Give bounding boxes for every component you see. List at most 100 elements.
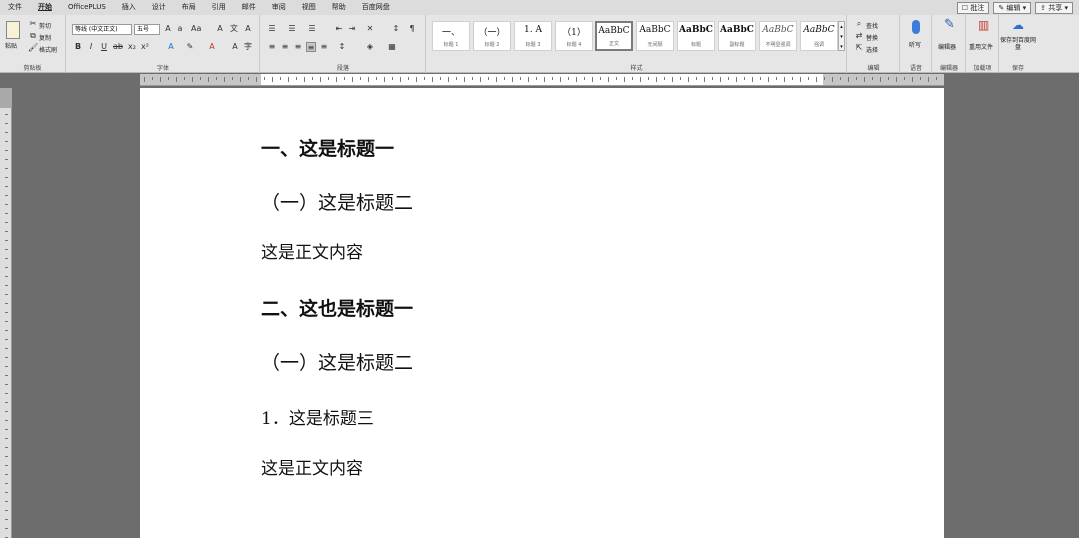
paste-icon[interactable]	[6, 21, 20, 39]
cut-button[interactable]: 剪切	[39, 21, 51, 30]
body-paragraph[interactable]: 这是正文内容	[261, 238, 363, 263]
style-subtitle[interactable]: AaBbC 副标题	[718, 21, 756, 51]
font-size-combo[interactable]: 五号	[134, 24, 160, 35]
align-center-icon[interactable]: ≡	[280, 42, 290, 52]
style-title[interactable]: AaBbC 标题	[677, 21, 715, 51]
grow-font-icon[interactable]: A	[163, 24, 173, 34]
replace-button[interactable]: 替换	[866, 33, 878, 42]
distributed-icon[interactable]: ≡	[319, 42, 329, 52]
text-effects-icon[interactable]: A	[166, 42, 176, 52]
style-heading-3[interactable]: 1. A 标题 3	[514, 21, 552, 51]
tab-home[interactable]: 开始	[30, 0, 60, 15]
sort-icon[interactable]: ↕	[391, 24, 401, 34]
ruler-tick	[592, 77, 593, 82]
style-subtle-emphasis[interactable]: AaBbC 不明显强调	[759, 21, 797, 51]
reuse-files-icon[interactable]: ▥	[978, 19, 989, 31]
baidu-cloud-icon[interactable]: ☁	[1012, 19, 1024, 31]
document-page[interactable]: 一、这是标题一 （一）这是标题二 这是正文内容 二、这也是标题一 （一）这是标题…	[140, 88, 944, 538]
ruler-tick	[720, 77, 721, 82]
save-to-baidu-button[interactable]: 保存到百度网盘	[1000, 37, 1036, 51]
horizontal-ruler[interactable]	[140, 74, 944, 86]
heading-2[interactable]: （一）这是标题二	[261, 348, 413, 375]
tab-mailings[interactable]: 邮件	[234, 0, 264, 15]
paragraph-group: ☰ ☰ ☰ ⇤ ⇥ ✕ ↕ ¶ ≡ ≡ ≡ ≡ ≡ ↕ ◈ ▦ 段落	[261, 15, 426, 73]
justify-icon[interactable]: ≡	[306, 42, 316, 52]
char-border-icon[interactable]: A	[243, 24, 253, 34]
tab-review[interactable]: 审阅	[264, 0, 294, 15]
microphone-icon[interactable]	[912, 20, 920, 34]
dictate-button[interactable]: 听写	[909, 40, 921, 49]
shading-icon[interactable]: ◈	[365, 42, 375, 52]
style-no-spacing[interactable]: AaBbC 无间隔	[636, 21, 674, 51]
voice-group-label: 语音	[909, 65, 922, 72]
line-spacing-icon[interactable]: ↕	[337, 42, 347, 52]
chinese-layout-icon[interactable]: ✕	[365, 24, 375, 34]
style-heading-2[interactable]: （一） 标题 2	[473, 21, 511, 51]
heading-1[interactable]: 二、这也是标题一	[261, 294, 413, 321]
multilevel-list-icon[interactable]: ☰	[307, 24, 317, 34]
format-painter-icon[interactable]: 🖌	[28, 43, 38, 53]
editor-button[interactable]: 编辑器	[938, 42, 956, 51]
shrink-font-icon[interactable]: a	[175, 24, 185, 34]
italic-icon[interactable]: I	[86, 42, 96, 52]
select-icon[interactable]: ⇱	[854, 43, 864, 53]
ruler-tick	[192, 77, 193, 82]
body-paragraph[interactable]: 这是正文内容	[261, 454, 363, 479]
clear-format-icon[interactable]: A	[215, 24, 225, 34]
bold-icon[interactable]: B	[73, 42, 83, 52]
style-emphasis[interactable]: AaBbC 强调	[800, 21, 838, 51]
style-name: 标题 1	[443, 42, 459, 48]
select-button[interactable]: 选择	[866, 45, 878, 54]
tab-insert[interactable]: 插入	[114, 0, 144, 15]
tab-officeplus[interactable]: OfficePLUS	[60, 0, 114, 15]
vruler-tick	[5, 168, 8, 169]
editor-icon[interactable]: ✎	[944, 18, 955, 31]
subscript-icon[interactable]: x₂	[127, 42, 137, 52]
increase-indent-icon[interactable]: ⇥	[347, 24, 357, 34]
underline-icon[interactable]: U	[99, 42, 109, 52]
copy-button[interactable]: 复制	[39, 33, 51, 42]
cut-icon[interactable]: ✂	[28, 19, 38, 29]
numbering-icon[interactable]: ☰	[287, 24, 297, 34]
heading-2[interactable]: （一）这是标题二	[261, 188, 413, 215]
show-marks-icon[interactable]: ¶	[407, 24, 417, 34]
bullets-icon[interactable]: ☰	[267, 24, 277, 34]
align-left-icon[interactable]: ≡	[267, 42, 277, 52]
enclose-char-icon[interactable]: 字	[243, 42, 253, 52]
heading-3[interactable]: 1．这是标题三	[261, 404, 374, 429]
heading-1[interactable]: 一、这是标题一	[261, 134, 394, 161]
copy-icon[interactable]: ⧉	[28, 31, 38, 41]
style-normal[interactable]: AaBbC 正文	[595, 21, 633, 51]
tab-baidu-netdisk[interactable]: 百度网盘	[354, 0, 398, 15]
style-heading-1[interactable]: 一、 标题 1	[432, 21, 470, 51]
strikethrough-icon[interactable]: ab	[113, 42, 123, 52]
paste-button[interactable]: 粘贴	[5, 41, 17, 50]
change-case-icon[interactable]: Aa	[191, 24, 201, 34]
tab-view[interactable]: 视图	[294, 0, 324, 15]
format-painter-button[interactable]: 格式刷	[39, 45, 57, 54]
font-name-combo[interactable]: 等线 (中文正文)	[72, 24, 132, 35]
comments-button[interactable]: ☐ 批注	[956, 1, 990, 14]
reuse-files-button[interactable]: 重用文件	[969, 42, 993, 51]
phonetic-icon[interactable]: 文	[229, 24, 239, 34]
font-color-icon[interactable]: A	[207, 42, 217, 52]
char-shading-icon[interactable]: A	[230, 42, 240, 52]
replace-icon[interactable]: ⇄	[854, 31, 864, 41]
tab-references[interactable]: 引用	[204, 0, 234, 15]
borders-icon[interactable]: ▦	[387, 42, 397, 52]
style-heading-4[interactable]: （1） 标题 4	[555, 21, 593, 51]
tab-design[interactable]: 设计	[144, 0, 174, 15]
align-right-icon[interactable]: ≡	[293, 42, 303, 52]
superscript-icon[interactable]: x²	[140, 42, 150, 52]
find-icon[interactable]: ⌕	[854, 19, 864, 29]
styles-scroll[interactable]: ▴ ▾ ▾	[838, 21, 845, 51]
decrease-indent-icon[interactable]: ⇤	[334, 24, 344, 34]
highlight-icon[interactable]: ✎	[185, 42, 195, 52]
tab-layout[interactable]: 布局	[174, 0, 204, 15]
find-button[interactable]: 查找	[866, 21, 878, 30]
vertical-ruler[interactable]	[0, 88, 12, 538]
tab-file[interactable]: 文件	[0, 0, 30, 15]
editing-mode-button[interactable]: ✎ 编辑 ▾	[993, 1, 1032, 14]
tab-help[interactable]: 帮助	[324, 0, 354, 15]
share-button[interactable]: ⇪ 共享 ▾	[1035, 1, 1073, 14]
